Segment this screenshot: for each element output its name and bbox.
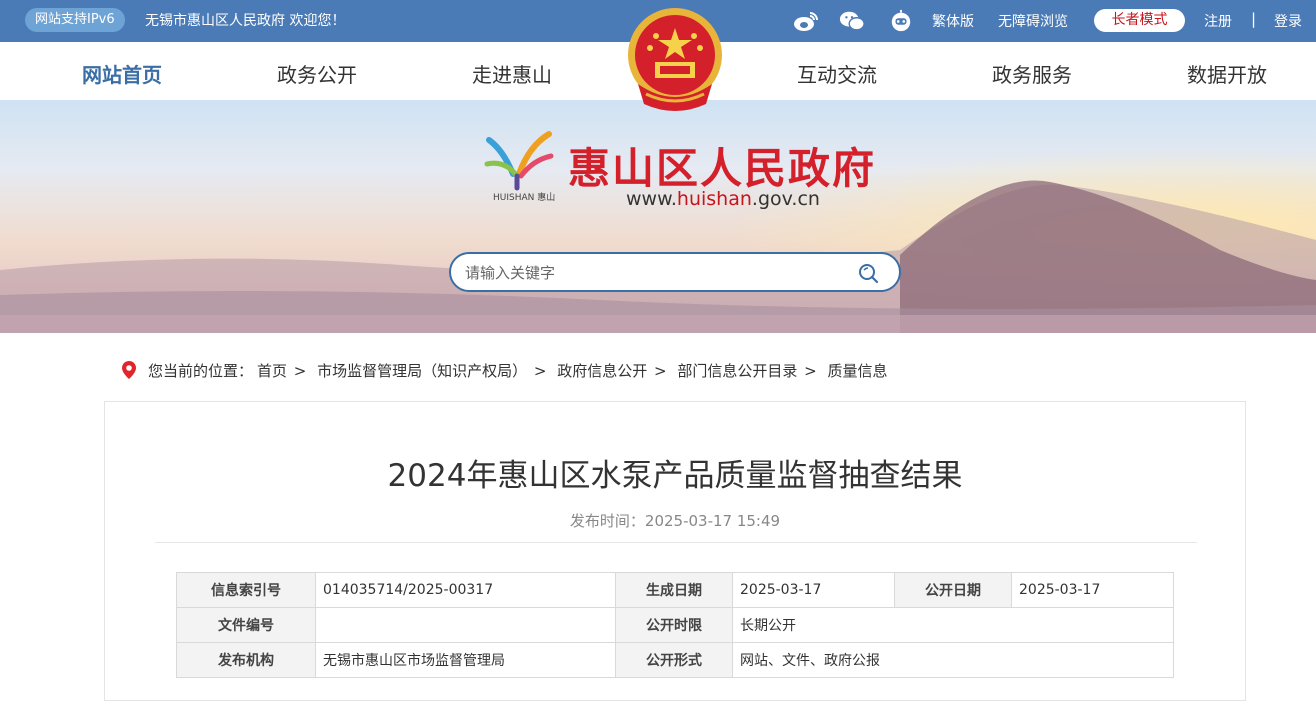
wechat-icon[interactable] — [839, 9, 865, 33]
site-url: www.huishan.gov.cn — [626, 188, 820, 210]
site-url-suffix: .gov.cn — [751, 188, 820, 210]
divider — [155, 542, 1197, 543]
site-url-highlight: huishan — [676, 188, 752, 210]
table-key: 发布机构 — [176, 642, 316, 678]
weibo-icon[interactable] — [793, 9, 819, 33]
table-key: 信息索引号 — [176, 572, 316, 608]
table-value: 014035714/2025-00317 — [315, 572, 616, 608]
robot-icon[interactable] — [888, 9, 914, 33]
welcome-text: 无锡市惠山区人民政府 欢迎您！ — [145, 13, 346, 29]
table-row: 信息索引号 014035714/2025-00317 生成日期 2025-03-… — [176, 572, 1174, 608]
logo-text: HUISHAN 惠山 — [493, 191, 555, 203]
nav-open-data[interactable]: 数据开放 — [1187, 59, 1267, 88]
breadcrumb-label: 您当前的位置： — [148, 362, 254, 380]
ipv6-badge: 网站支持IPv6 — [25, 8, 125, 32]
table-value — [315, 607, 616, 643]
nav-home[interactable]: 网站首页 — [82, 59, 162, 88]
table-value: 2025-03-17 — [1011, 572, 1174, 608]
nav-government-affairs[interactable]: 政务公开 — [277, 59, 357, 88]
table-key: 公开时限 — [615, 607, 733, 643]
nav-about-huishan[interactable]: 走进惠山 — [472, 59, 552, 88]
article-card: 2024年惠山区水泵产品质量监督抽查结果 发布时间：2025-03-17 15:… — [104, 401, 1246, 701]
table-value: 2025-03-17 — [732, 572, 895, 608]
banner: HUISHAN 惠山 惠山区人民政府 www.huishan.gov.cn — [0, 100, 1316, 333]
location-pin-icon — [122, 361, 136, 379]
nav-interaction[interactable]: 互动交流 — [797, 59, 877, 88]
separator: | — [1251, 10, 1257, 28]
breadcrumb-quality-info[interactable]: 质量信息 — [828, 362, 888, 380]
table-key: 生成日期 — [615, 572, 733, 608]
accessible-browse-link[interactable]: 无障碍浏览 — [998, 11, 1068, 31]
national-emblem-icon — [610, 0, 740, 111]
search-icon[interactable] — [857, 262, 879, 284]
breadcrumb-gov-info[interactable]: 政府信息公开 — [557, 362, 647, 380]
article-title: 2024年惠山区水泵产品质量监督抽查结果 — [387, 458, 963, 494]
breadcrumb-market-supervision[interactable]: 市场监督管理局（知识产权局） — [317, 362, 527, 380]
login-link[interactable]: 登录 — [1274, 11, 1302, 31]
register-link[interactable]: 注册 — [1204, 11, 1232, 31]
site-url-prefix: www. — [626, 188, 677, 210]
table-value: 长期公开 — [732, 607, 1174, 643]
breadcrumb: 您当前的位置： 首页 > 市场监督管理局（知识产权局） > 政府信息公开 > 部门… — [148, 362, 888, 380]
elder-mode-button[interactable]: 长者模式 — [1094, 9, 1185, 32]
search-box — [449, 252, 901, 292]
huishan-logo-icon: HUISHAN 惠山 — [484, 131, 555, 203]
table-key: 文件编号 — [176, 607, 316, 643]
site-title: 惠山区人民政府 — [568, 144, 877, 193]
traditional-chinese-link[interactable]: 繁体版 — [932, 11, 974, 31]
table-value: 无锡市惠山区市场监督管理局 — [315, 642, 616, 678]
table-row: 文件编号 公开时限 长期公开 — [176, 607, 1174, 643]
search-input[interactable] — [465, 262, 845, 284]
breadcrumb-home[interactable]: 首页 — [257, 362, 287, 380]
info-table: 信息索引号 014035714/2025-00317 生成日期 2025-03-… — [176, 572, 1174, 678]
publish-time: 发布时间：2025-03-17 15:49 — [569, 512, 781, 530]
table-value: 网站、文件、政府公报 — [732, 642, 1174, 678]
breadcrumb-dept-catalog[interactable]: 部门信息公开目录 — [677, 362, 797, 380]
table-row: 发布机构 无锡市惠山区市场监督管理局 公开形式 网站、文件、政府公报 — [176, 642, 1174, 678]
table-key: 公开形式 — [615, 642, 733, 678]
table-key: 公开日期 — [894, 572, 1012, 608]
nav-services[interactable]: 政务服务 — [992, 59, 1072, 88]
